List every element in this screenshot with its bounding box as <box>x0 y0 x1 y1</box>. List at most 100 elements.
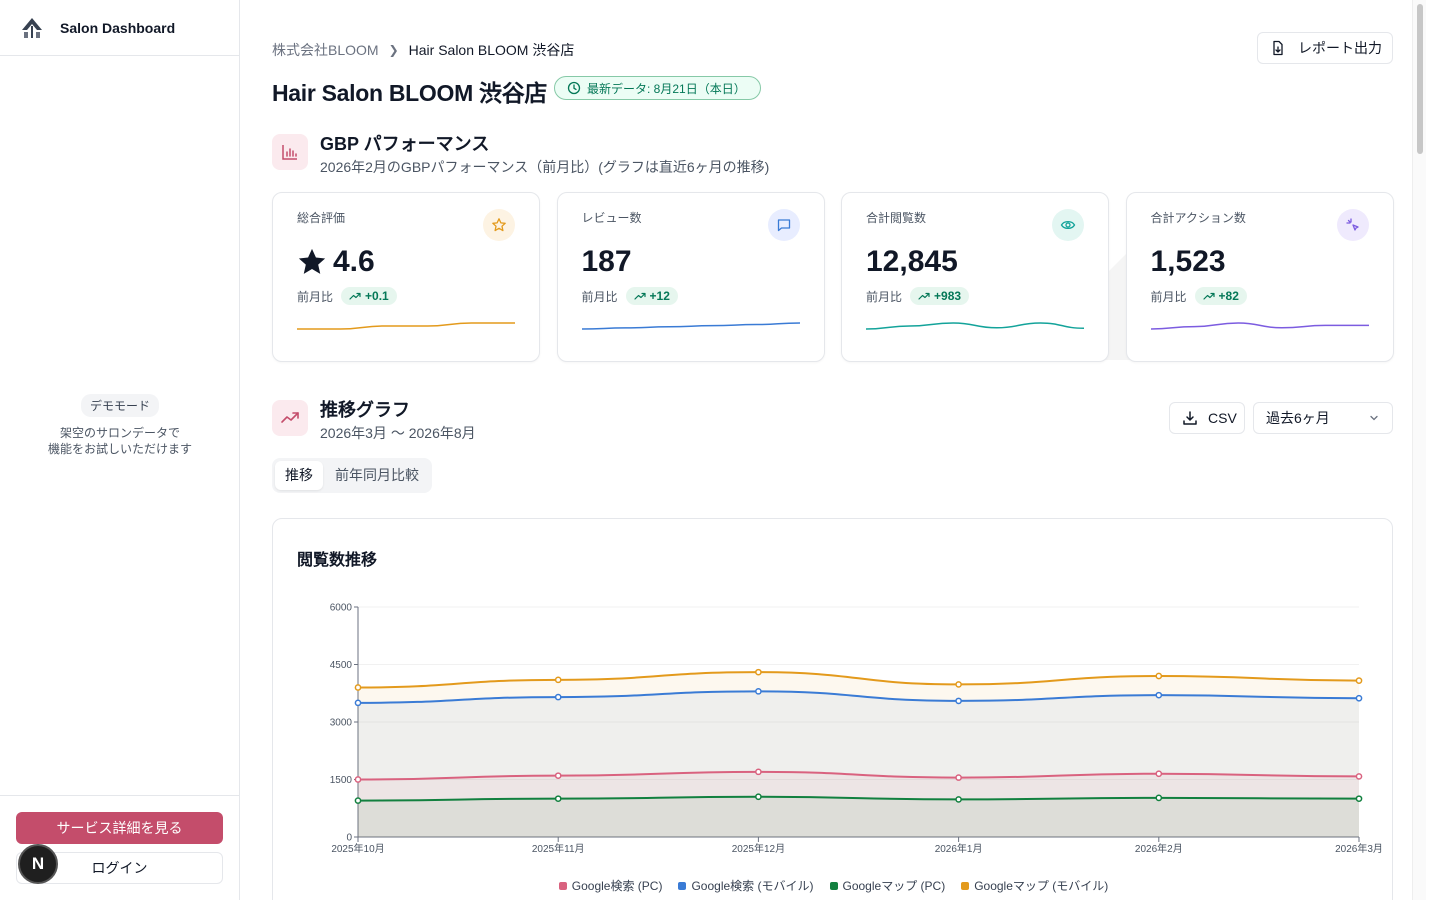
legend-label: Google検索 (PC) <box>571 879 663 893</box>
data-point <box>955 697 962 705</box>
latest-data-label: 最新データ: 8月21日（本日） <box>587 81 746 96</box>
sparkline-path <box>297 322 515 330</box>
kpi-label: 合計閲覧数 <box>866 211 927 225</box>
data-point <box>1155 691 1163 699</box>
eye-icon <box>1052 209 1084 241</box>
data-point <box>955 774 962 781</box>
data-point <box>1355 773 1363 780</box>
kpi-value-row: 4.6 <box>297 245 375 279</box>
kpi-value-row: 187 <box>582 245 632 279</box>
file-export-icon <box>1273 40 1283 56</box>
performance-subtitle: 2026年2月のGBPパフォーマンス（前月比）(グラフは直近6ヶ月の推移) <box>320 159 770 175</box>
csv-label: CSV <box>1208 410 1237 426</box>
report-export-button[interactable]: レポート出力 <box>1257 32 1393 64</box>
kpi-label: 総合評価 <box>297 211 346 225</box>
data-point <box>1355 795 1363 803</box>
clock-icon <box>567 81 581 95</box>
csv-download-button[interactable]: CSV <box>1169 402 1245 434</box>
scrollbar-thumb[interactable] <box>1417 4 1423 154</box>
views-chart-card: 閲覧数推移 0 1500 3000 4500 6000 2025年10月 2025年11月 2… <box>272 518 1393 900</box>
legend-label: Googleマップ (PC) <box>842 879 946 893</box>
kpi-value-row: 12,845 <box>866 245 958 279</box>
legend-item[interactable]: Google検索 (PC) <box>558 877 663 894</box>
report-export-label: レポート出力 <box>1298 40 1382 56</box>
x-tick-label: 2026年3月 <box>1335 842 1383 855</box>
tab-trend[interactable]: 推移 <box>275 461 323 490</box>
kpi-sparkline <box>1150 322 1369 330</box>
demo-mode-panel: デモモード 架空のサロンデータで 機能をお試しいただけます <box>0 394 240 457</box>
kpi-label: 合計アクション数 <box>1150 211 1246 225</box>
data-point <box>955 796 962 803</box>
kpi-prev-label: 前月比 <box>1150 289 1187 304</box>
x-tick-label: 2026年2月 <box>1135 842 1183 855</box>
bar-chart-icon <box>272 134 308 170</box>
data-point <box>755 793 762 801</box>
data-point <box>755 687 762 695</box>
tab-yoy-comparison[interactable]: 前年同月比較 <box>325 461 429 490</box>
data-point <box>354 797 362 804</box>
scrollbar[interactable] <box>1412 0 1426 900</box>
data-point <box>554 693 562 701</box>
trending-up-icon <box>1202 292 1215 300</box>
kpi-delta: +0.1 <box>365 289 389 303</box>
kpi-sparkline <box>297 322 515 330</box>
kpi-card: 総合評価 4.6 前月比 +0.1 <box>272 192 540 362</box>
legend-item[interactable]: Google検索 (モバイル) <box>678 877 814 894</box>
kpi-prev-label: 前月比 <box>866 289 903 304</box>
kpi-card: 合計閲覧数 12,845 前月比 +983 <box>841 192 1109 362</box>
breadcrumb: 株式会社BLOOM ❯ Hair Salon BLOOM 渋谷店 <box>272 40 574 60</box>
data-point <box>1355 677 1363 684</box>
legend-label: Googleマップ (モバイル) <box>974 879 1109 893</box>
data-point <box>554 795 562 803</box>
x-tick-label: 2025年12月 <box>732 842 785 855</box>
period-select[interactable]: 過去6ヶ月 <box>1253 402 1393 434</box>
y-tick-label: 4500 <box>330 660 353 671</box>
data-point <box>1155 794 1163 802</box>
service-details-button[interactable]: サービス詳細を見る <box>16 812 223 844</box>
trending-up-icon <box>349 292 361 300</box>
data-point <box>955 681 962 688</box>
chevron-right-icon: ❯ <box>388 43 399 57</box>
kpi-delta: +12 <box>649 289 670 303</box>
kpi-sparkline <box>866 322 1084 330</box>
kpi-delta: +983 <box>934 289 962 303</box>
breadcrumb-company[interactable]: 株式会社BLOOM <box>272 40 379 60</box>
data-point <box>354 684 362 691</box>
y-tick-label: 3000 <box>330 718 353 729</box>
data-point <box>1155 672 1163 680</box>
kpi-prev-label: 前月比 <box>297 289 334 304</box>
kpi-comparison: 前月比 +12 <box>582 287 678 305</box>
kpi-value: 12,845 <box>866 245 958 278</box>
kpi-delta: +82 <box>1218 289 1239 303</box>
main-content: 株式会社BLOOM ❯ Hair Salon BLOOM 渋谷店 レポート出力 … <box>240 0 1426 900</box>
data-point <box>354 776 362 783</box>
message-icon <box>767 209 800 241</box>
star-filled-icon <box>298 248 326 274</box>
chart-legend: Google検索 (PC) Google検索 (モバイル) Googleマップ (P… <box>273 877 1394 894</box>
kpi-card: 合計アクション数 1,523 前月比 +82 <box>1125 192 1394 362</box>
view-tabs: 推移 前年同月比較 <box>272 458 432 493</box>
trend-subtitle: 2026年3月 〜 2026年8月 <box>320 425 476 441</box>
demo-mode-description: 架空のサロンデータで 機能をお試しいただけます <box>0 425 240 457</box>
legend-item[interactable]: Googleマップ (モバイル) <box>961 877 1108 894</box>
trending-up-icon <box>272 400 308 436</box>
kpi-value: 1,523 <box>1150 245 1226 278</box>
kpi-value-row: 1,523 <box>1151 245 1226 279</box>
kpi-label: レビュー数 <box>581 211 642 225</box>
legend-item[interactable]: Googleマップ (PC) <box>829 877 946 894</box>
legend-swatch <box>678 881 687 890</box>
data-point <box>755 768 762 776</box>
kpi-card: レビュー数 187 前月比 +12 <box>556 192 825 362</box>
kpi-delta-badge: +12 <box>625 287 678 305</box>
user-avatar[interactable]: N <box>18 844 58 884</box>
legend-swatch <box>961 881 970 890</box>
sparkline-path <box>866 322 1084 330</box>
y-tick-label: 0 <box>346 833 352 844</box>
data-point <box>554 676 562 684</box>
star-icon <box>483 209 515 241</box>
chevron-down-icon <box>1370 415 1378 421</box>
demo-line-1: 架空のサロンデータで <box>59 426 180 440</box>
trending-up-icon <box>633 292 646 300</box>
demo-line-2: 機能をお試しいただけます <box>47 442 192 456</box>
sparkline-path <box>581 322 800 330</box>
